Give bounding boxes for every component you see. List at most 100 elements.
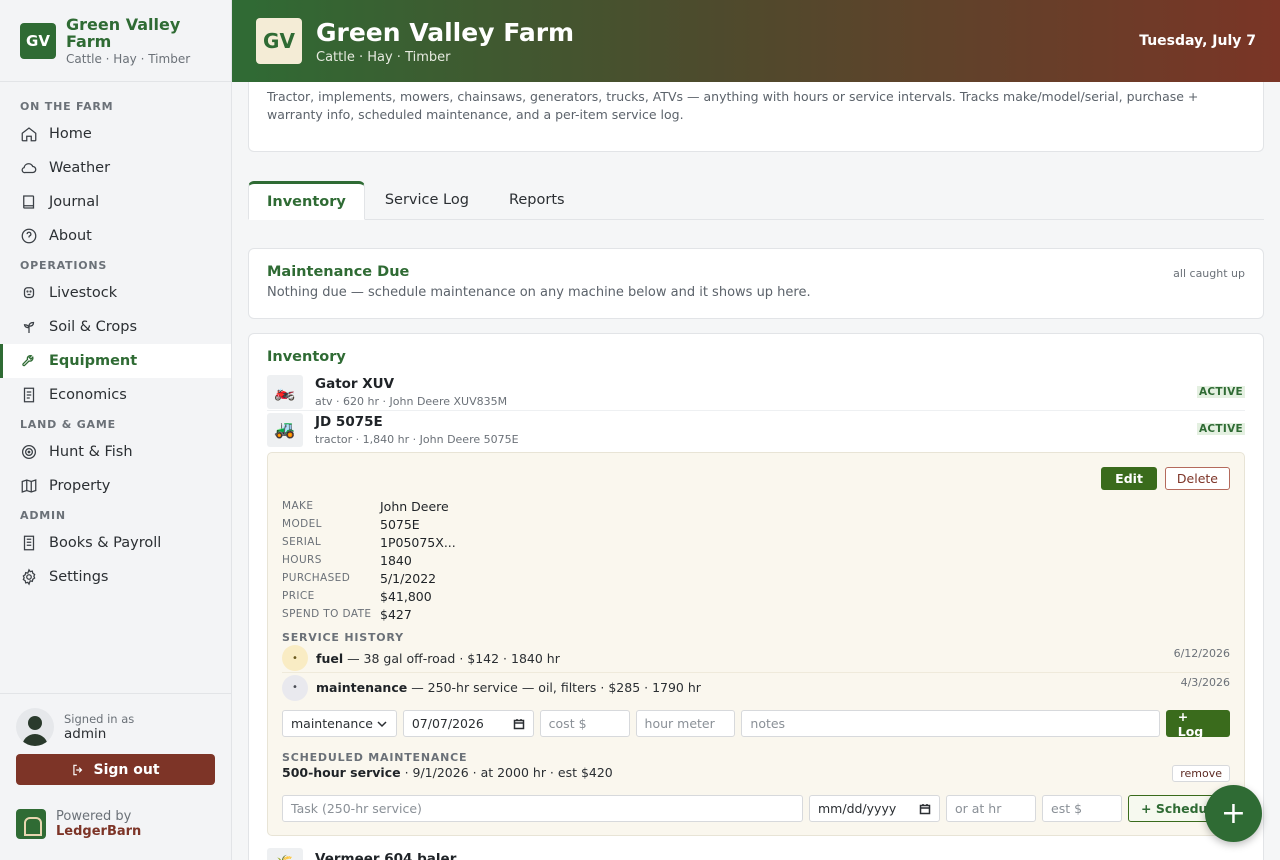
sidebar-item-livestock[interactable]: Livestock xyxy=(0,276,231,310)
list-item[interactable]: 🌾 Vermeer 604 baler xyxy=(267,848,1245,860)
gear-icon xyxy=(22,568,36,586)
maintenance-due-title: Maintenance Due xyxy=(267,264,410,280)
wrench-icon xyxy=(22,355,34,367)
service-log-form: maintenance 07/07/2026 cost $ hour meter… xyxy=(282,709,1230,739)
spec-value: 1P05075X... xyxy=(380,534,456,550)
remove-button[interactable]: remove xyxy=(1172,765,1230,782)
delete-button[interactable]: Delete xyxy=(1164,467,1230,490)
sign-out-button[interactable]: Sign out xyxy=(16,754,215,785)
main-content: Tractor, implements, mowers, chainsaws, … xyxy=(248,82,1264,860)
sidebar-item-hunt-fish[interactable]: Hunt & Fish xyxy=(0,435,231,469)
sidebar-item-settings[interactable]: Settings xyxy=(0,560,231,594)
hour-meter-input[interactable]: hour meter xyxy=(635,710,736,737)
sidebar-item-equipment[interactable]: Equipment xyxy=(0,344,231,378)
sidebar-item-label: Home xyxy=(49,126,92,142)
log-button[interactable]: + Log xyxy=(1165,709,1230,739)
calendar-icon xyxy=(919,803,931,814)
baler-icon: 🌾 xyxy=(267,848,303,860)
spec-value: $427 xyxy=(380,606,412,622)
brand: GV Green Valley Farm Cattle · Hay · Timb… xyxy=(0,0,231,82)
sidebar-item-label: Books & Payroll xyxy=(49,535,162,551)
sidebar-item-books-payroll[interactable]: Books & Payroll xyxy=(0,526,231,560)
sidebar-item-label: Soil & Crops xyxy=(49,319,138,335)
sidebar-item-home[interactable]: Home xyxy=(0,117,231,151)
spec-key: MAKE xyxy=(282,500,314,512)
sidebar-item-label: Property xyxy=(49,478,111,494)
tab-service-log[interactable]: Service Log xyxy=(365,181,489,219)
add-fab-button[interactable]: + xyxy=(1205,785,1262,842)
status-badge: ACTIVE xyxy=(1197,423,1245,435)
sidebar-item-label: Hunt & Fish xyxy=(49,444,133,460)
sprout-icon xyxy=(23,321,35,333)
scheduled-item: 500-hour service · 9/1/2026 · at 2000 hr… xyxy=(282,765,1230,783)
header-logo: GV xyxy=(256,18,302,64)
fuel-dot-icon: • xyxy=(282,645,308,671)
sidebar-item-property[interactable]: Property xyxy=(0,469,231,503)
edit-button[interactable]: Edit xyxy=(1101,467,1157,490)
ledgerbarn-logo-icon xyxy=(16,809,46,839)
help-circle-icon xyxy=(21,228,37,244)
spec-value: 5075E xyxy=(380,516,420,532)
target-icon xyxy=(21,444,37,460)
sign-out-label: Sign out xyxy=(93,761,160,778)
sidebar-item-journal[interactable]: Journal xyxy=(0,185,231,219)
sidebar-item-soil-crops[interactable]: Soil & Crops xyxy=(0,310,231,344)
tab-inventory[interactable]: Inventory xyxy=(248,181,365,220)
item-name: Vermeer 604 baler xyxy=(315,851,457,860)
spec-value: 5/1/2022 xyxy=(380,570,437,586)
scheduled-maintenance-heading: SCHEDULED MAINTENANCE xyxy=(282,751,468,764)
list-item[interactable]: 🏍️ Gator XUV atv · 620 hr · John Deere X… xyxy=(267,374,1245,411)
sidebar-item-label: About xyxy=(49,228,92,244)
item-meta: tractor · 1,840 hr · John Deere 5075E xyxy=(315,432,519,446)
status-badge: ACTIVE xyxy=(1197,386,1245,398)
item-meta: atv · 620 hr · John Deere XUV835M xyxy=(315,395,508,408)
history-date: 4/3/2026 xyxy=(1180,676,1230,689)
scheduled-details: · 9/1/2026 · at 2000 hr · est $420 xyxy=(400,765,613,780)
nav-section-admin: ADMIN xyxy=(20,509,66,522)
nav-section-land-game: LAND & GAME xyxy=(20,418,116,431)
schedule-date-value: mm/dd/yyyy xyxy=(818,801,897,816)
service-history-row: • maintenance — 250-hr service — oil, fi… xyxy=(282,673,1230,702)
atv-icon: 🏍️ xyxy=(267,375,303,409)
estimate-input[interactable]: est $ xyxy=(1042,795,1122,822)
scheduled-task: 500-hour service xyxy=(282,765,401,780)
brand-tagline: Cattle · Hay · Timber xyxy=(66,51,191,66)
service-date-value: 07/07/2026 xyxy=(411,716,484,731)
map-icon xyxy=(21,479,37,493)
task-input[interactable]: Task (250-hr service) xyxy=(282,795,803,822)
calendar-icon xyxy=(513,718,524,729)
spec-key: SERIAL xyxy=(282,536,322,548)
sidebar-item-economics[interactable]: Economics xyxy=(0,378,231,412)
service-date-input[interactable]: 07/07/2026 xyxy=(402,710,534,737)
brand-name: Green Valley Farm xyxy=(66,14,181,51)
cow-icon xyxy=(23,287,35,299)
sidebar-item-about[interactable]: About xyxy=(0,219,231,253)
list-item[interactable]: 🚜 JD 5075E tractor · 1,840 hr · John Dee… xyxy=(267,411,1245,448)
powered-by-name[interactable]: LedgerBarn xyxy=(56,824,141,839)
equipment-detail-panel: Edit Delete MAKE John Deere MODEL 5075E SE… xyxy=(267,452,1245,836)
sidebar-nav: ON THE FARM Home Weather Journal About O… xyxy=(0,82,231,594)
receipt-icon xyxy=(23,387,35,403)
spec-value: 1840 xyxy=(380,552,412,568)
brand-logo: GV xyxy=(20,22,56,59)
tabs: Inventory Service Log Reports xyxy=(248,181,1264,220)
cloud-icon xyxy=(21,163,37,174)
sidebar-item-label: Livestock xyxy=(49,285,118,301)
signed-in-label: Signed in as xyxy=(64,712,135,726)
chevron-down-icon xyxy=(377,720,387,727)
cost-input[interactable]: cost $ xyxy=(539,710,630,737)
service-type-select[interactable]: maintenance xyxy=(282,710,397,737)
tab-reports[interactable]: Reports xyxy=(489,181,585,219)
service-type-value: maintenance xyxy=(291,716,373,731)
spec-list: MAKE John Deere MODEL 5075E SERIAL 1P05075X… xyxy=(282,497,1230,623)
schedule-form: Task (250-hr service) mm/dd/yyyy or at h… xyxy=(282,795,1230,822)
maintenance-dot-icon: • xyxy=(282,674,308,701)
sidebar-item-label: Journal xyxy=(49,194,100,210)
page-subtitle: Cattle · Hay · Timber xyxy=(316,49,451,65)
schedule-date-input[interactable]: mm/dd/yyyy xyxy=(809,795,940,822)
notes-input[interactable]: notes xyxy=(741,710,1160,737)
at-hours-input[interactable]: or at hr xyxy=(946,795,1036,822)
maintenance-due-status: all caught up xyxy=(1173,267,1245,280)
spec-key: PRICE xyxy=(282,590,315,602)
sidebar-item-weather[interactable]: Weather xyxy=(0,151,231,185)
